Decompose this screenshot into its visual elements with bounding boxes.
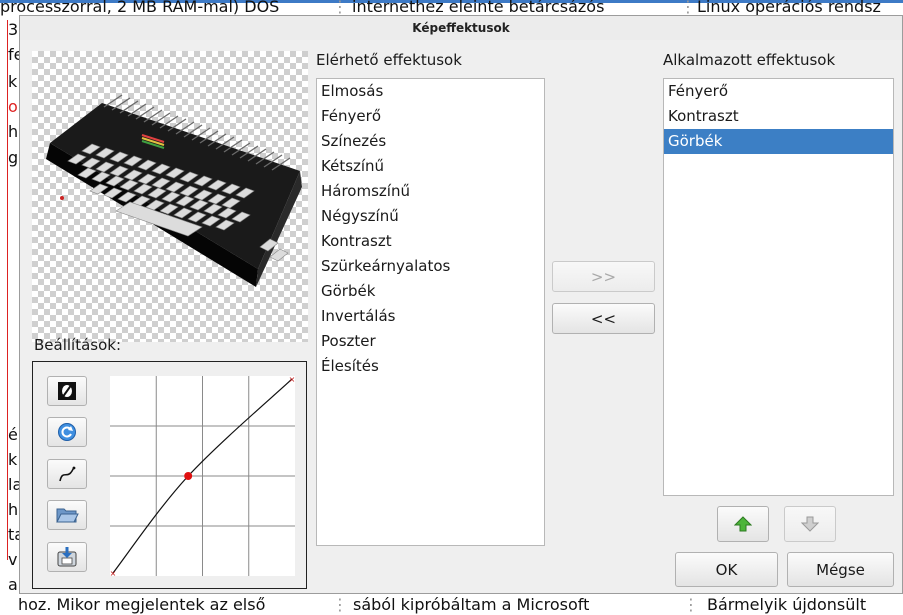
save-curve-button[interactable] (47, 542, 87, 572)
smooth-curve-button[interactable] (47, 459, 87, 489)
available-effect-item[interactable]: Elmosás (317, 79, 544, 104)
reset-curve-icon (58, 423, 76, 441)
doc-fragment: é (8, 425, 18, 444)
applied-effect-item[interactable]: Fényerő (664, 79, 893, 104)
add-effect-button[interactable]: >> (552, 261, 655, 292)
move-up-button[interactable] (717, 506, 769, 542)
image-effects-dialog: Képeffektusok Elérhető effektusok Elmosá… (19, 15, 903, 594)
null-curve-icon (58, 382, 76, 400)
move-down-button[interactable] (784, 506, 836, 542)
arrow-down-icon (801, 516, 819, 532)
applied-effect-item[interactable]: Kontraszt (664, 104, 893, 129)
available-effect-item[interactable]: Színezés (317, 129, 544, 154)
doc-fragment: g (8, 148, 19, 167)
effect-preview (32, 51, 308, 342)
available-effect-item[interactable]: Görbék (317, 279, 544, 304)
available-effects-label: Elérhető effektusok (316, 51, 462, 69)
available-effect-item[interactable]: Fényerő (317, 104, 544, 129)
available-effect-item[interactable]: Háromszínű (317, 179, 544, 204)
doc-fragment: v (8, 550, 18, 569)
open-folder-icon (56, 508, 79, 523)
doc-column-separator: ⋮ (332, 595, 348, 614)
curve-endpoint[interactable]: × (110, 569, 116, 576)
doc-fragment: h (8, 122, 19, 141)
available-effect-item[interactable]: Poszter (317, 329, 544, 354)
available-effect-item[interactable]: Szürkeárnyalatos (317, 254, 544, 279)
applied-effects-list[interactable]: Fényerő Kontraszt Görbék (663, 78, 894, 496)
doc-text-4: hoz. Mikor megjelentek az első (18, 595, 266, 614)
ok-button[interactable]: OK (675, 552, 778, 587)
available-effect-item[interactable]: Kétszínű (317, 154, 544, 179)
arrow-up-icon (734, 516, 752, 532)
curve-control-point[interactable] (184, 472, 193, 480)
doc-fragment: k (8, 450, 18, 469)
remove-effect-button[interactable]: << (552, 303, 655, 334)
document-bottom-line: hoz. Mikor megjelentek az első ⋮ sából k… (0, 595, 903, 615)
applied-effect-item-selected[interactable]: Görbék (664, 129, 893, 154)
curve-graph[interactable]: ×× (110, 376, 295, 576)
null-curve-button[interactable] (47, 376, 87, 406)
dialog-title[interactable]: Képeffektusok (20, 16, 902, 40)
reset-curve-button[interactable] (47, 417, 87, 447)
save-icon (57, 547, 77, 567)
available-effect-item[interactable]: Invertálás (317, 304, 544, 329)
doc-fragment: k (8, 72, 18, 91)
available-effect-item[interactable]: Négyszínű (317, 204, 544, 229)
settings-label: Beállítások: (34, 336, 122, 354)
doc-text-6: Bármelyik újdonsült (707, 595, 867, 614)
doc-column-separator: ⋮ (683, 595, 699, 614)
doc-text-5: sából kipróbáltam a Microsoft (353, 595, 590, 614)
curve-settings-panel: × × (32, 361, 307, 589)
available-effects-list[interactable]: Elmosás Fényerő Színezés Kétszínű Hároms… (316, 78, 545, 546)
doc-fragment: o (8, 97, 18, 116)
computer-keyboard-image (46, 94, 302, 287)
available-effect-item[interactable]: Élesítés (317, 354, 544, 379)
available-effect-item[interactable]: Kontraszt (317, 229, 544, 254)
applied-effects-label: Alkalmazott effektusok (663, 51, 836, 69)
doc-fragment: h (8, 500, 19, 519)
doc-fragment: a (8, 575, 18, 594)
cancel-button[interactable]: Mégse (787, 552, 894, 587)
smooth-curve-icon (59, 466, 76, 482)
curve-endpoint[interactable]: × (289, 376, 295, 384)
doc-fragment: 3 (8, 20, 19, 39)
open-curve-button[interactable] (47, 500, 87, 530)
